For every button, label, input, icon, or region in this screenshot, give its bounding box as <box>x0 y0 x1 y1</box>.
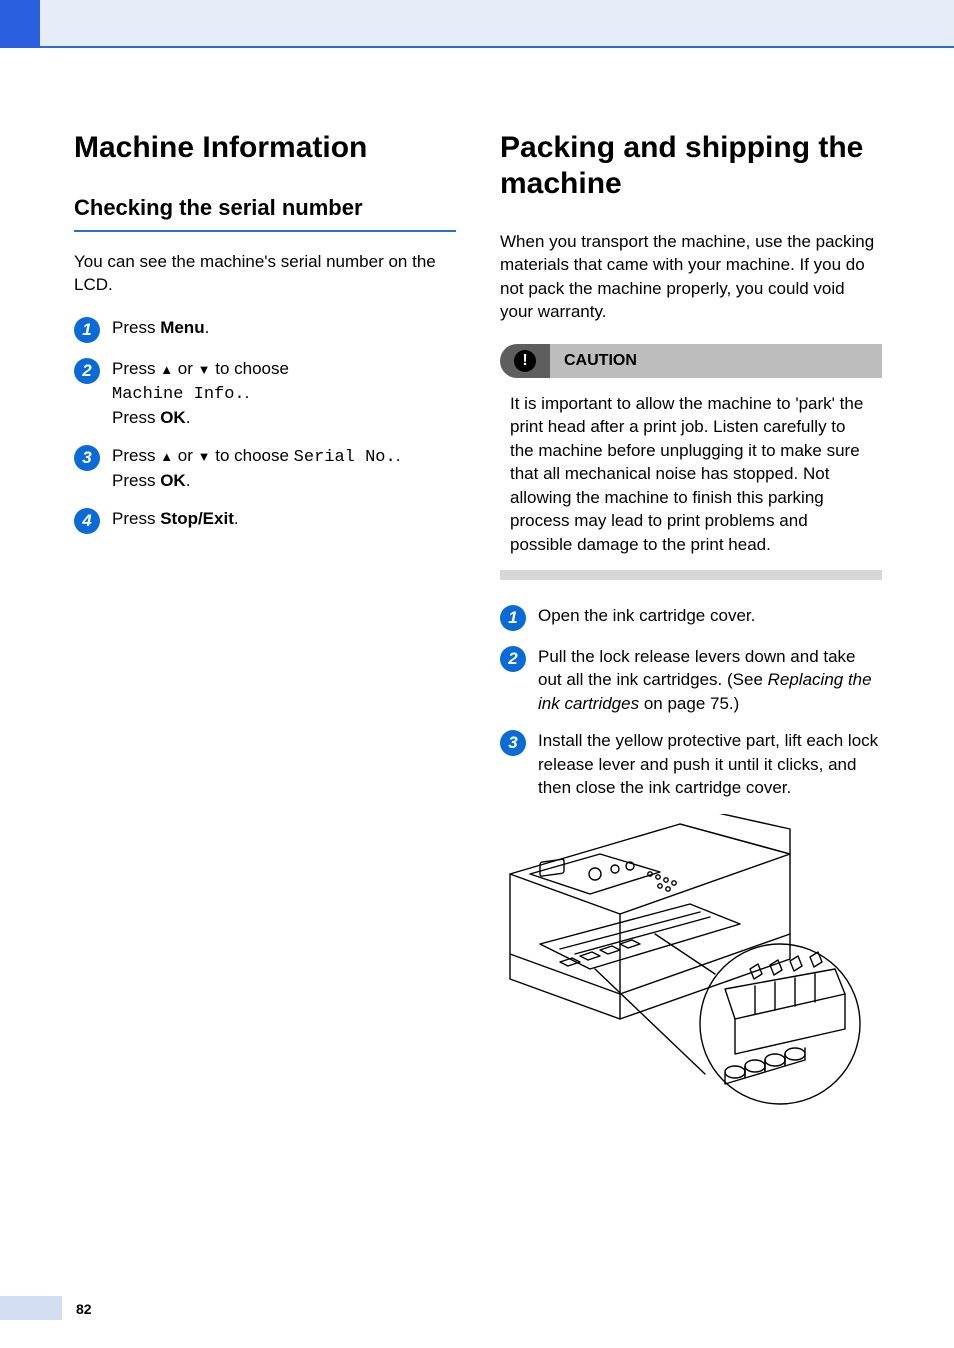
step-text: Pull the lock release levers down and ta… <box>538 645 882 715</box>
step-number-icon: 2 <box>500 646 526 672</box>
section-heading-packing: Packing and shipping the machine <box>500 130 882 202</box>
printer-illustration <box>500 814 882 1114</box>
left-column: Machine Information Checking the serial … <box>74 130 456 1114</box>
steps-list: 1 Press Menu. 2 Press ▲ or ▼ to choose M… <box>74 316 456 533</box>
section-heading-machine-info: Machine Information <box>74 130 456 166</box>
step-text: Press ▲ or ▼ to choose Machine Info.. Pr… <box>112 357 289 429</box>
page-footer: 82 <box>0 1296 954 1320</box>
step-4: 4 Press Stop/Exit. <box>74 507 456 534</box>
step-2: 2 Pull the lock release levers down and … <box>500 645 882 715</box>
step-text: Press Stop/Exit. <box>112 507 239 530</box>
chapter-tab <box>0 0 40 48</box>
step-text: Install the yellow protective part, lift… <box>538 729 882 799</box>
printer-svg <box>500 814 882 1114</box>
step-number-icon: 1 <box>74 317 100 343</box>
right-column: Packing and shipping the machine When yo… <box>500 130 882 1114</box>
step-number-icon: 1 <box>500 605 526 631</box>
step-3: 3 Press ▲ or ▼ to choose Serial No.. Pre… <box>74 444 456 493</box>
caution-label: CAUTION <box>550 344 882 378</box>
step-text: Press ▲ or ▼ to choose Serial No.. Press… <box>112 444 400 493</box>
step-1: 1 Press Menu. <box>74 316 456 343</box>
heading-rule <box>74 230 456 232</box>
content-area: Machine Information Checking the serial … <box>74 130 884 1114</box>
caution-icon-cap: ! <box>500 344 550 378</box>
step-2: 2 Press ▲ or ▼ to choose Machine Info.. … <box>74 357 456 429</box>
page-number-tab <box>0 1296 62 1320</box>
step-1: 1 Open the ink cartridge cover. <box>500 604 882 631</box>
step-number-icon: 2 <box>74 358 100 384</box>
header-band <box>0 0 954 48</box>
step-number-icon: 3 <box>74 445 100 471</box>
step-text: Open the ink cartridge cover. <box>538 604 755 627</box>
caution-body-text: It is important to allow the machine to … <box>500 378 882 580</box>
page: Machine Information Checking the serial … <box>0 0 954 1348</box>
step-number-icon: 3 <box>500 730 526 756</box>
exclamation-icon: ! <box>514 350 536 372</box>
page-number: 82 <box>76 1301 92 1317</box>
caution-callout: ! CAUTION It is important to allow the m… <box>500 344 882 580</box>
step-text: Press Menu. <box>112 316 209 339</box>
caution-header: ! CAUTION <box>500 344 882 378</box>
intro-text: When you transport the machine, use the … <box>500 230 882 324</box>
step-3: 3 Install the yellow protective part, li… <box>500 729 882 799</box>
step-number-icon: 4 <box>74 508 100 534</box>
intro-text: You can see the machine's serial number … <box>74 250 456 297</box>
subheading-serial: Checking the serial number <box>74 194 456 222</box>
steps-list: 1 Open the ink cartridge cover. 2 Pull t… <box>500 604 882 800</box>
